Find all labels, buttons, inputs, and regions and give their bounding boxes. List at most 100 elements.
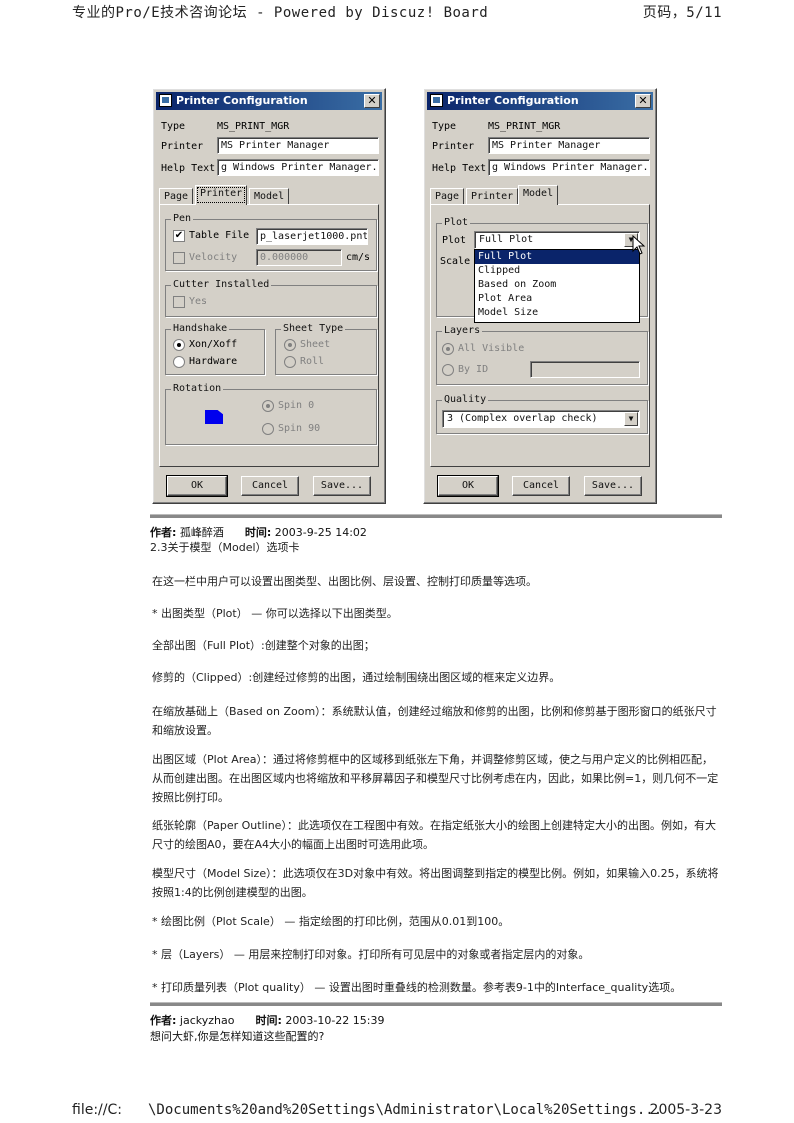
post-divider: [150, 514, 722, 518]
window-icon: [430, 94, 443, 107]
close-icon[interactable]: ✕: [635, 94, 651, 108]
roll-radio[interactable]: [284, 356, 296, 368]
page-header-title: 专业的Pro/E技术咨询论坛 - Powered by Discuz! Boar…: [72, 5, 489, 21]
dialog-titlebar: Printer Configuration ✕: [156, 92, 382, 110]
cutter-yes-label: Yes: [189, 296, 208, 307]
plot-label: Plot: [442, 235, 467, 246]
type-value: MS_PRINT_MGR: [488, 121, 561, 132]
rotation-group-label: Rotation: [171, 383, 224, 394]
cutter-group-label: Cutter Installed: [171, 279, 272, 290]
spin90-label: Spin 90: [278, 423, 321, 434]
spin90-radio[interactable]: [262, 423, 274, 435]
layer-id-field[interactable]: [530, 361, 640, 378]
dialog-title: Printer Configuration: [447, 94, 579, 107]
tab-page[interactable]: Page: [159, 188, 194, 205]
roll-label: Roll: [300, 356, 325, 367]
help-text-field[interactable]: g Windows Printer Manager.: [488, 159, 650, 176]
page-orientation-icon: [205, 410, 223, 424]
plot-option-based-on-zoom[interactable]: Based on Zoom: [475, 278, 639, 292]
table-file-field[interactable]: p_laserjet1000.pnt: [256, 228, 368, 245]
post-paragraph: 在这一栏中用户可以设置出图类型、出图比例、层设置、控制打印质量等选项。: [152, 575, 537, 588]
plot-option-full-plot[interactable]: Full Plot: [475, 250, 639, 264]
tab-printer[interactable]: Printer: [466, 188, 519, 205]
cancel-button[interactable]: Cancel: [512, 476, 570, 496]
hardware-radio[interactable]: [173, 356, 185, 368]
ok-button[interactable]: OK: [166, 475, 228, 497]
quality-group-label: Quality: [442, 394, 489, 405]
by-id-label: By ID: [458, 364, 489, 375]
type-label: Type: [432, 121, 457, 132]
scale-label: Scale: [440, 256, 471, 267]
plot-option-clipped[interactable]: Clipped: [475, 264, 639, 278]
tab-model[interactable]: Model: [249, 188, 290, 205]
post-paragraph: 在缩放基础上（Based on Zoom）：系统默认值，创建经过缩放和修剪的出图…: [152, 705, 717, 737]
spin0-label: Spin 0: [278, 400, 315, 411]
pen-group-label: Pen: [171, 213, 194, 224]
post-paragraph: 模型尺寸（Model Size）：此选项仅在3D对象中有效。将出图调整到指定的模…: [152, 867, 719, 899]
sheet-radio[interactable]: [284, 339, 296, 351]
all-visible-radio[interactable]: [442, 343, 454, 355]
table-file-label: Table File: [189, 230, 250, 241]
post-body: 想问大虾,你是怎样知道这些配置的?: [150, 1030, 325, 1043]
plot-option-model-size[interactable]: Model Size: [475, 306, 639, 320]
save-button[interactable]: Save...: [313, 476, 371, 496]
save-button[interactable]: Save...: [584, 476, 642, 496]
ok-button[interactable]: OK: [437, 475, 499, 497]
velocity-checkbox[interactable]: [173, 252, 185, 264]
sheet-type-group: Sheet Type: [275, 323, 377, 375]
handshake-group: Handshake: [165, 323, 265, 375]
layers-group-label: Layers: [442, 325, 483, 336]
footer-date: 2005-3-23: [649, 1102, 722, 1118]
post-paragraph: 全部出图（Full Plot）:创建整个对象的出图；: [152, 639, 375, 652]
post-paragraph: * 打印质量列表（Plot quality） — 设置出图时重叠线的检测数量。参…: [152, 981, 682, 994]
help-text-label: Help Text: [161, 163, 216, 174]
help-text-field[interactable]: g Windows Printer Manager.: [217, 159, 379, 176]
velocity-unit: cm/s: [346, 252, 371, 263]
handshake-group-label: Handshake: [171, 323, 230, 334]
tab-printer[interactable]: Printer: [195, 185, 248, 205]
tab-page[interactable]: Page: [430, 188, 465, 205]
post-meta: 作者: jackyzhao 时间: 2003-10-22 15:39: [150, 1012, 384, 1028]
plot-dropdown-list: Full Plot Clipped Based on Zoom Plot Are…: [474, 249, 640, 323]
author-label: 作者:: [150, 1014, 177, 1027]
author-name: jackyzhao: [179, 1014, 235, 1027]
close-icon[interactable]: ✕: [364, 94, 380, 108]
rotation-group: Rotation: [165, 383, 377, 445]
chevron-down-icon[interactable]: ▼: [624, 412, 638, 426]
post-paragraph: 修剪的（Clipped）:创建经过修剪的出图，通过绘制围绕出图区域的框来定义边界…: [152, 671, 561, 684]
post-paragraph: * 绘图比例（Plot Scale） — 指定绘图的打印比例，范围从0.01到1…: [152, 915, 510, 928]
quality-select-value: 3 (Complex overlap check): [447, 413, 598, 424]
dialog-titlebar: Printer Configuration ✕: [427, 92, 653, 110]
table-file-checkbox[interactable]: ✔: [173, 230, 185, 242]
printer-field[interactable]: MS Printer Manager: [488, 137, 650, 154]
tab-model[interactable]: Model: [518, 185, 559, 205]
printer-field[interactable]: MS Printer Manager: [217, 137, 379, 154]
velocity-field[interactable]: 0.000000: [256, 249, 342, 266]
post-paragraph: 出图区域（Plot Area）：通过将修剪框中的区域移到纸张左下角，并调整修剪区…: [152, 753, 719, 804]
cancel-button[interactable]: Cancel: [241, 476, 299, 496]
cutter-yes-checkbox[interactable]: [173, 296, 185, 308]
spin0-radio[interactable]: [262, 400, 274, 412]
plot-select-value: Full Plot: [479, 234, 534, 245]
printer-label: Printer: [161, 141, 204, 152]
type-value: MS_PRINT_MGR: [217, 121, 290, 132]
post-paragraph: * 出图类型（Plot） — 你可以选择以下出图类型。: [152, 607, 398, 620]
printer-label: Printer: [432, 141, 475, 152]
sheet-type-group-label: Sheet Type: [281, 323, 346, 334]
xon-xoff-radio[interactable]: [173, 339, 185, 351]
sheet-label: Sheet: [300, 339, 331, 350]
page-number: 页码，5/11: [642, 5, 722, 21]
post-time: 2003-10-22 15:39: [285, 1014, 385, 1027]
footer-file-prefix: file://C:: [72, 1102, 122, 1118]
printer-config-dialog-model-tab: Printer Configuration ✕ Type MS_PRINT_MG…: [423, 88, 657, 504]
post-paragraph: 纸张轮廓（Paper Outline）：此选项仅在工程图中有效。在指定纸张大小的…: [152, 819, 716, 851]
post-paragraph: * 层（Layers） — 用层来控制打印对象。打印所有可见层中的对象或者指定层…: [152, 948, 590, 961]
post-heading: 2.3关于模型（Model）选项卡: [150, 541, 300, 554]
by-id-radio[interactable]: [442, 364, 454, 376]
plot-select[interactable]: Full Plot ▼: [474, 231, 640, 249]
footer-file-path: \Documents%20and%20Settings\Administrato…: [148, 1102, 663, 1118]
all-visible-label: All Visible: [458, 343, 525, 354]
help-text-label: Help Text: [432, 163, 487, 174]
quality-select[interactable]: 3 (Complex overlap check) ▼: [442, 410, 640, 428]
plot-option-plot-area[interactable]: Plot Area: [475, 292, 639, 306]
